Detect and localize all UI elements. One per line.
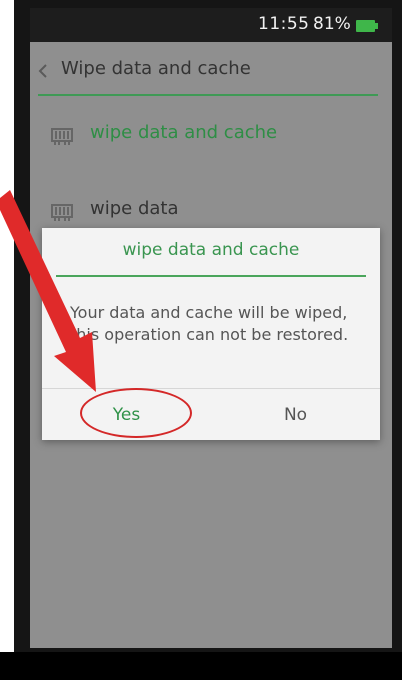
status-time: 11:55: [258, 14, 310, 34]
chevron-left-icon[interactable]: [36, 62, 52, 80]
phone-screen: 11:55 81% Wipe data and cache wipe data …: [30, 8, 392, 648]
dialog-title-divider: [56, 275, 366, 277]
page-title: Wipe data and cache: [61, 58, 251, 79]
list-item-wipe-data-and-cache[interactable]: wipe data and cache: [30, 108, 392, 164]
title-divider: [38, 94, 378, 96]
storage-icon: [50, 124, 74, 148]
battery-percent: 81%: [313, 14, 351, 34]
screenshot-frame: 11:55 81% Wipe data and cache wipe data …: [0, 0, 402, 680]
status-bar: 11:55 81%: [30, 8, 392, 42]
phone-bottom-bezel: [0, 652, 402, 680]
dialog-title: wipe data and cache: [122, 240, 300, 260]
app-bar: Wipe data and cache: [30, 42, 392, 98]
storage-icon: [50, 200, 74, 224]
dialog-message: Your data and cache will be wiped, this …: [70, 303, 349, 344]
list-item-label: wipe data: [90, 198, 179, 219]
annotation-circle: [80, 388, 192, 438]
battery-icon: [356, 20, 378, 32]
list-item-label: wipe data and cache: [90, 122, 278, 143]
no-button[interactable]: No: [211, 389, 380, 441]
